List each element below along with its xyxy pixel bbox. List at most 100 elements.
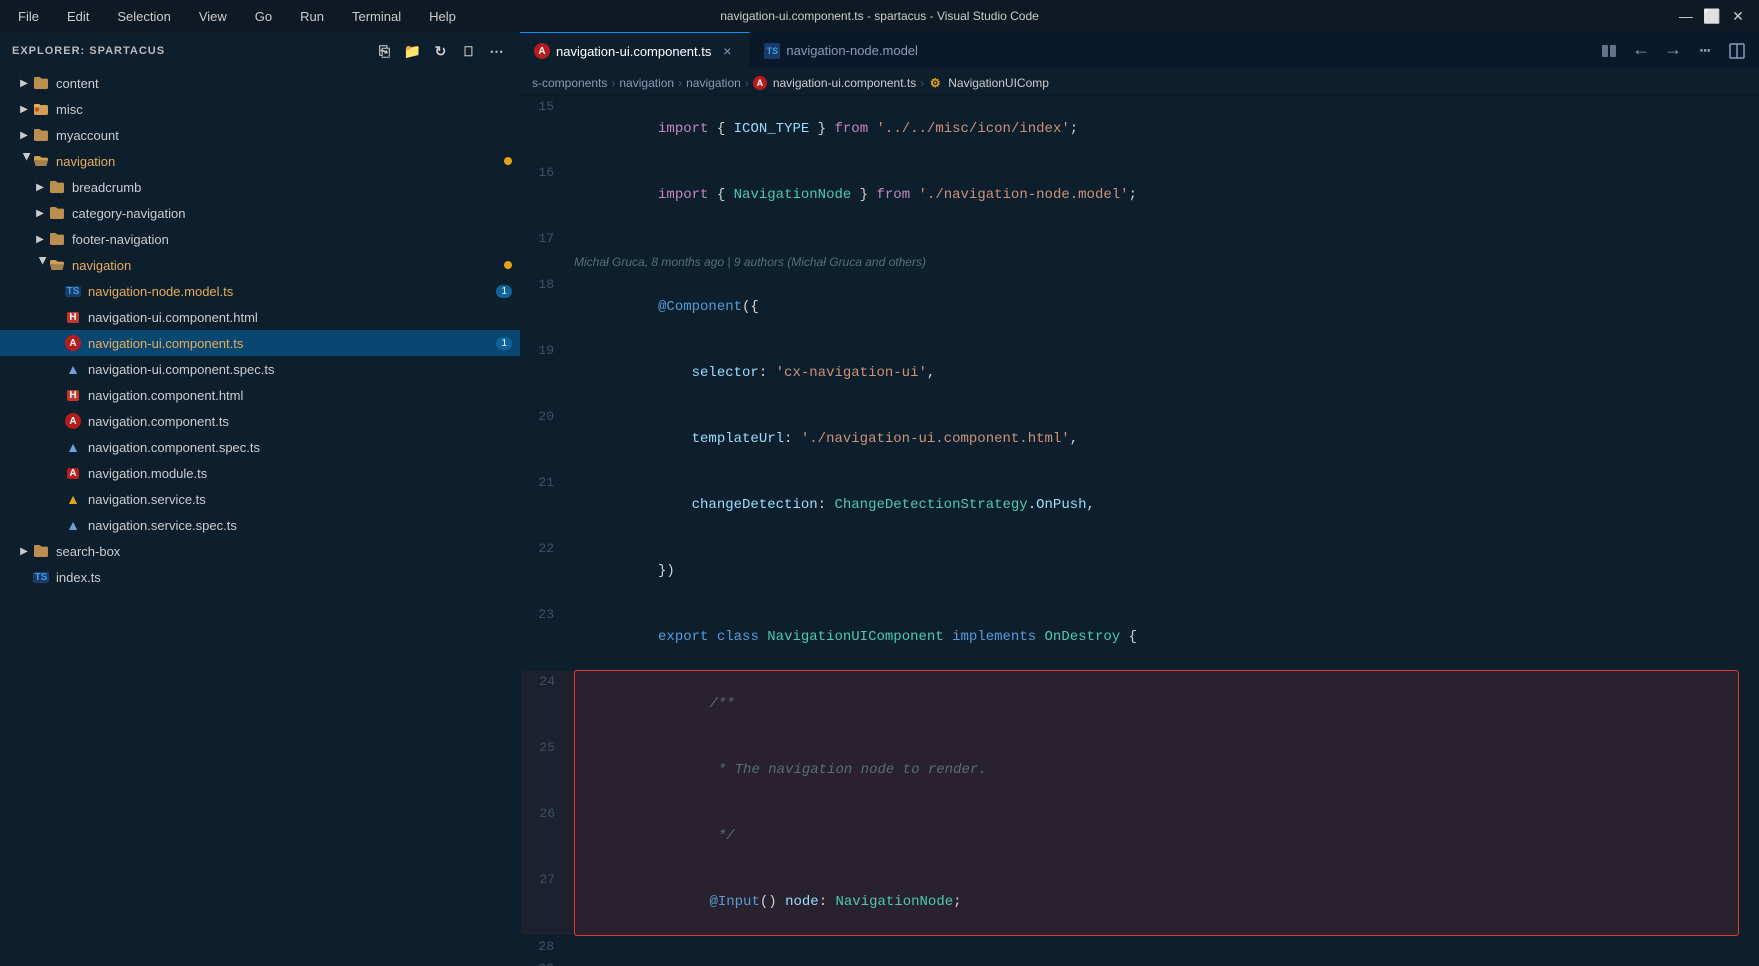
collapse-arrow-navigation-sub: ▶	[32, 257, 48, 273]
more-actions-icon[interactable]: ⋯	[486, 40, 508, 62]
no-arrow	[48, 283, 64, 299]
code-line-16: 16 import { NavigationNode } from './nav…	[520, 162, 1759, 228]
breadcrumb-navigation-1[interactable]: navigation	[619, 76, 674, 90]
sidebar-item-content[interactable]: ▶ content	[0, 70, 520, 96]
sidebar-item-breadcrumb[interactable]: ▶ breadcrumb	[0, 174, 520, 200]
no-arrow9	[48, 491, 64, 507]
new-file-icon[interactable]: ⎘	[374, 40, 396, 62]
maximize-button[interactable]: ⬜	[1703, 7, 1721, 25]
sidebar-item-nav-node-model[interactable]: TS navigation-node.model.ts 1	[0, 278, 520, 304]
sidebar-item-nav-ui-ts[interactable]: A navigation-ui.component.ts 1	[0, 330, 520, 356]
line-content-21: changeDetection: ChangeDetectionStrategy…	[570, 472, 1759, 538]
no-arrow10	[48, 517, 64, 533]
code-line-18: 18 @Component({	[520, 274, 1759, 340]
badge-nav-ui-ts: 1	[496, 337, 512, 350]
code-line-25: 25 * The navigation node to render.	[521, 737, 1738, 803]
sidebar-item-nav-component-ts[interactable]: A navigation.component.ts	[0, 408, 520, 434]
ts-icon-index: TS	[32, 568, 50, 586]
module-icon-nav: A	[64, 464, 82, 482]
folder-icon-breadcrumb	[48, 178, 66, 196]
breadcrumb-class-name[interactable]: NavigationUIComp	[948, 76, 1049, 90]
sidebar-item-footer-navigation[interactable]: ▶ footer-navigation	[0, 226, 520, 252]
sidebar-item-navigation-sub[interactable]: ▶ navigation	[0, 252, 520, 278]
sidebar-item-myaccount[interactable]: ▶ myaccount	[0, 122, 520, 148]
breadcrumb-file-icon: A	[753, 76, 767, 90]
menu-view[interactable]: View	[193, 7, 233, 26]
menu-edit[interactable]: Edit	[61, 7, 95, 26]
folder-icon-navigation-sub	[48, 256, 66, 274]
folder-icon-search-box	[32, 542, 50, 560]
sidebar-item-nav-module[interactable]: A navigation.module.ts	[0, 460, 520, 486]
sidebar-item-search-box[interactable]: ▶ search-box	[0, 538, 520, 564]
code-line-23: 23 export class NavigationUIComponent im…	[520, 604, 1759, 670]
line-number-17: 17	[520, 228, 570, 250]
more-icon[interactable]: ⋯	[1691, 37, 1719, 65]
sidebar-item-nav-component-html[interactable]: H navigation.component.html	[0, 382, 520, 408]
collapse-arrow-breadcrumb: ▶	[32, 179, 48, 195]
folder-icon-myaccount	[32, 126, 50, 144]
line-number-27: 27	[521, 869, 571, 891]
sidebar-label-nav-service: navigation.service.ts	[88, 492, 512, 507]
line-number-25: 25	[521, 737, 571, 759]
line-content-27: @Input() node: NavigationNode;	[571, 869, 1738, 935]
sidebar-item-nav-component-spec[interactable]: ▲ navigation.component.spec.ts	[0, 434, 520, 460]
breadcrumb-sep-4: ›	[920, 76, 924, 90]
menu-help[interactable]: Help	[423, 7, 462, 26]
menu-selection[interactable]: Selection	[111, 7, 176, 26]
layout-icon[interactable]	[1723, 37, 1751, 65]
explorer-actions: ⎘ 📁 ↻ ⎕ ⋯	[374, 40, 508, 62]
ts-icon-nav-node: TS	[64, 282, 82, 300]
no-arrow7	[48, 439, 64, 455]
sidebar-item-nav-ui-spec[interactable]: ▲ navigation-ui.component.spec.ts	[0, 356, 520, 382]
split-editor-icon[interactable]	[1595, 37, 1623, 65]
line-content-15: import { ICON_TYPE } from '../../misc/ic…	[570, 96, 1759, 162]
new-folder-icon[interactable]: 📁	[402, 40, 424, 62]
no-arrow6	[48, 413, 64, 429]
folder-icon-navigation-top	[32, 152, 50, 170]
sidebar-item-nav-ui-html[interactable]: H navigation-ui.component.html	[0, 304, 520, 330]
breadcrumb-filename[interactable]: navigation-ui.component.ts	[773, 76, 916, 90]
breadcrumb-sep-1: ›	[611, 76, 615, 90]
explorer-header: EXPLORER: SPARTACUS ⎘ 📁 ↻ ⎕ ⋯	[0, 32, 520, 70]
menu-run[interactable]: Run	[294, 7, 330, 26]
no-arrow4	[48, 361, 64, 377]
sidebar-label-content: content	[56, 76, 512, 91]
breadcrumb-navigation-2[interactable]: navigation	[686, 76, 741, 90]
tab-nav-node[interactable]: TS navigation-node.model	[750, 32, 933, 70]
breadcrumb-class-icon: ⚙	[928, 76, 942, 90]
line-number-20: 20	[520, 406, 570, 428]
go-forward-icon[interactable]: →	[1659, 37, 1687, 65]
line-number-24: 24	[521, 671, 571, 693]
tab-close-nav-ui-ts[interactable]: ×	[719, 43, 735, 59]
folder-icon-content	[32, 74, 50, 92]
refresh-icon[interactable]: ↻	[430, 40, 452, 62]
menu-go[interactable]: Go	[249, 7, 278, 26]
title-bar: File Edit Selection View Go Run Terminal…	[0, 0, 1759, 32]
line-number-16: 16	[520, 162, 570, 184]
minimize-button[interactable]: —	[1677, 7, 1695, 25]
sidebar-item-navigation-top[interactable]: ▶ navigation	[0, 148, 520, 174]
sidebar-label-nav-service-spec: navigation.service.spec.ts	[88, 518, 512, 533]
line-number-28: 28	[520, 936, 570, 958]
tab-nav-ui-ts[interactable]: A navigation-ui.component.ts ×	[520, 32, 750, 70]
collapse-all-icon[interactable]: ⎕	[458, 40, 480, 62]
close-button[interactable]: ✕	[1729, 7, 1747, 25]
sidebar-item-nav-service[interactable]: ▲ navigation.service.ts	[0, 486, 520, 512]
line-number-26: 26	[521, 803, 571, 825]
sidebar-item-misc[interactable]: ▶ misc	[0, 96, 520, 122]
breadcrumb-s-components[interactable]: s-components	[532, 76, 607, 90]
sidebar-item-index-ts[interactable]: TS index.ts	[0, 564, 520, 590]
sidebar-item-category-navigation[interactable]: ▶ category-navigation	[0, 200, 520, 226]
code-editor[interactable]: 15 import { ICON_TYPE } from '../../misc…	[520, 96, 1759, 966]
line-content-19: selector: 'cx-navigation-ui',	[570, 340, 1759, 406]
line-content-20: templateUrl: './navigation-ui.component.…	[570, 406, 1759, 472]
sidebar-item-nav-service-spec[interactable]: ▲ navigation.service.spec.ts	[0, 512, 520, 538]
menu-terminal[interactable]: Terminal	[346, 7, 407, 26]
angular-icon-nav-ui-ts: A	[64, 334, 82, 352]
code-line-20: 20 templateUrl: './navigation-ui.compone…	[520, 406, 1759, 472]
menu-file[interactable]: File	[12, 7, 45, 26]
sidebar-label-category-nav: category-navigation	[72, 206, 512, 221]
code-line-22: 22 })	[520, 538, 1759, 604]
go-back-icon[interactable]: ←	[1627, 37, 1655, 65]
line-content-25: * The navigation node to render.	[571, 737, 1738, 803]
